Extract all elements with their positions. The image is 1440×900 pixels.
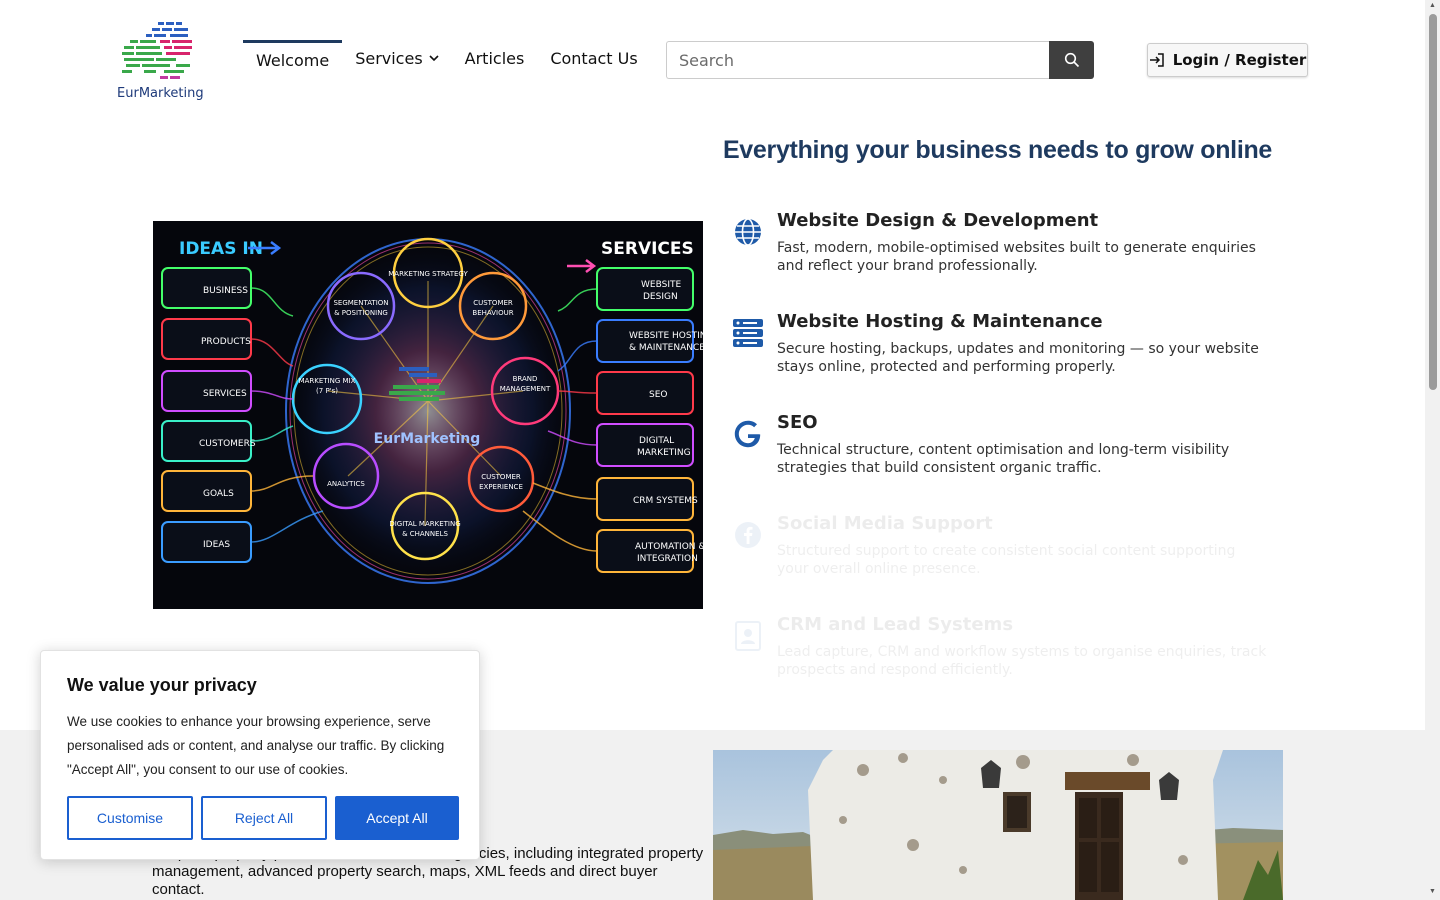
svg-text:CUSTOMER: CUSTOMER xyxy=(481,473,521,481)
facebook-icon xyxy=(730,517,766,553)
svg-text:SERVICES: SERVICES xyxy=(203,389,247,399)
service-title: Website Hosting & Maintenance xyxy=(777,311,1103,332)
globe-icon xyxy=(730,214,766,250)
search-bar xyxy=(666,41,1094,79)
cookie-consent-dialog: We value your privacy We use cookies to … xyxy=(40,650,480,860)
svg-text:MANAGEMENT: MANAGEMENT xyxy=(500,385,551,393)
nav-articles-label: Articles xyxy=(464,49,525,68)
svg-text:& POSITIONING: & POSITIONING xyxy=(334,309,388,317)
svg-text:EXPERIENCE: EXPERIENCE xyxy=(479,483,523,491)
server-icon xyxy=(730,315,766,351)
service-description: Lead capture, CRM and workflow systems t… xyxy=(777,644,1267,678)
logo-text-marketing: Marketing xyxy=(138,86,204,101)
nav-contact-us[interactable]: Contact Us xyxy=(537,40,650,80)
logo-wordmark: EurMarketing xyxy=(117,86,204,101)
svg-text:MARKETING: MARKETING xyxy=(637,448,691,458)
main-nav: Welcome Services Articles Contact Us xyxy=(243,40,651,80)
logo-text-eur: Eur xyxy=(117,86,139,101)
service-title: CRM and Lead Systems xyxy=(777,614,1014,635)
svg-text:(7 P's): (7 P's) xyxy=(316,387,338,395)
svg-text:SEO: SEO xyxy=(649,390,667,400)
svg-text:BEHAVIOUR: BEHAVIOUR xyxy=(472,309,513,317)
svg-text:WEBSITE: WEBSITE xyxy=(641,280,681,290)
svg-text:BUSINESS: BUSINESS xyxy=(203,286,248,296)
svg-text:CUSTOMER: CUSTOMER xyxy=(473,299,513,307)
svg-text:DIGITAL: DIGITAL xyxy=(639,436,674,446)
nav-contact-label: Contact Us xyxy=(550,49,638,68)
svg-text:INTEGRATION: INTEGRATION xyxy=(637,554,698,564)
vertical-scrollbar[interactable]: ▲ ▼ xyxy=(1425,0,1440,900)
svg-text:WEBSITE HOSTING: WEBSITE HOSTING xyxy=(629,331,703,341)
sign-in-icon xyxy=(1149,53,1164,67)
service-description: Technical structure, content optimisatio… xyxy=(777,442,1230,476)
hero-title: Everything your business needs to grow o… xyxy=(722,136,1273,164)
svg-text:& MAINTENANCE: & MAINTENANCE xyxy=(629,343,703,353)
svg-text:DESIGN: DESIGN xyxy=(643,292,678,302)
accept-all-button[interactable]: Accept All xyxy=(335,796,459,840)
svg-text:SEGMENTATION: SEGMENTATION xyxy=(333,299,388,307)
scroll-down-arrow-icon[interactable]: ▼ xyxy=(1428,888,1437,896)
svg-text:AUTOMATION &: AUTOMATION & xyxy=(635,542,703,552)
svg-text:MARKETING STRATEGY: MARKETING STRATEGY xyxy=(388,270,468,278)
search-input[interactable] xyxy=(666,41,1049,79)
service-title: Website Design & Development xyxy=(777,210,1099,231)
service-description: Structured support to create consistent … xyxy=(777,543,1236,577)
svg-text:SERVICES: SERVICES xyxy=(601,239,694,259)
svg-text:IDEAS: IDEAS xyxy=(203,540,230,550)
service-description: Fast, modern, mobile-optimised websites … xyxy=(777,240,1256,274)
svg-text:GOALS: GOALS xyxy=(203,489,234,499)
contact-card-icon xyxy=(730,618,766,654)
whitewashed-building-photo xyxy=(713,750,1283,900)
infographic-graphic: MARKETING STRATEGY SEGMENTATION & POSITIO… xyxy=(153,221,703,609)
marketing-brain-infographic: MARKETING STRATEGY SEGMENTATION & POSITIO… xyxy=(153,221,703,609)
scroll-up-arrow-icon[interactable]: ▲ xyxy=(1428,2,1437,10)
nav-articles[interactable]: Articles xyxy=(452,40,538,80)
nav-welcome[interactable]: Welcome xyxy=(243,40,343,80)
building-photo-graphic xyxy=(713,750,1283,900)
svg-text:CRM SYSTEMS: CRM SYSTEMS xyxy=(633,496,698,506)
search-icon xyxy=(1064,52,1079,68)
scrollbar-thumb[interactable] xyxy=(1429,14,1437,390)
cookie-actions: Customise Reject All Accept All xyxy=(67,796,459,840)
reject-all-button[interactable]: Reject All xyxy=(201,796,327,840)
nav-services[interactable]: Services xyxy=(342,40,451,80)
svg-text:PRODUCTS: PRODUCTS xyxy=(201,337,251,347)
svg-text:EurMarketing: EurMarketing xyxy=(374,431,481,447)
nav-welcome-label: Welcome xyxy=(256,51,330,70)
svg-text:ANALYTICS: ANALYTICS xyxy=(327,480,365,488)
login-register-button[interactable]: Login / Register xyxy=(1147,43,1308,77)
search-button[interactable] xyxy=(1049,41,1094,79)
cookie-message: We use cookies to enhance your browsing … xyxy=(67,714,445,777)
chevron-down-icon xyxy=(429,40,439,78)
service-title: Social Media Support xyxy=(777,513,993,534)
google-icon xyxy=(730,416,766,452)
svg-text:BRAND: BRAND xyxy=(513,375,538,383)
nav-services-label: Services xyxy=(355,49,423,68)
service-title: SEO xyxy=(777,412,818,433)
service-description: Secure hosting, backups, updates and mon… xyxy=(777,341,1259,375)
svg-text:CUSTOMERS: CUSTOMERS xyxy=(199,439,256,449)
customise-button[interactable]: Customise xyxy=(67,796,193,840)
svg-text:DIGITAL MARKETING: DIGITAL MARKETING xyxy=(389,520,460,528)
svg-text:MARKETING MIX: MARKETING MIX xyxy=(299,377,356,385)
cookie-title: We value your privacy xyxy=(67,675,257,695)
svg-text:& CHANNELS: & CHANNELS xyxy=(402,530,448,538)
login-register-label: Login / Register xyxy=(1172,51,1307,69)
